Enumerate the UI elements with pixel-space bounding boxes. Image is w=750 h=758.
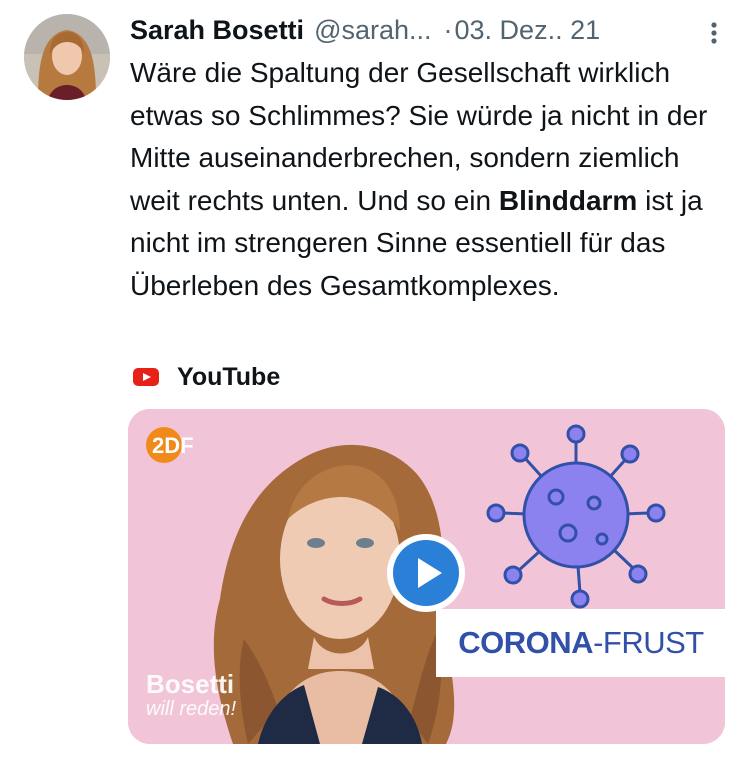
show-logo: Bosetti will reden! bbox=[146, 671, 236, 721]
youtube-icon bbox=[133, 368, 159, 386]
zdf-logo-text: 2DF bbox=[152, 433, 194, 458]
tweet-text-bold: Blinddarm bbox=[498, 184, 638, 216]
tweet-date[interactable]: 03. Dez.. 21 bbox=[455, 15, 601, 46]
separator-dot: · bbox=[443, 14, 453, 45]
author-avatar[interactable] bbox=[24, 14, 110, 100]
tweet-text: Wäre die Spaltung der Gesellschaft wirkl… bbox=[130, 52, 730, 307]
author-handle[interactable]: @sarah... bbox=[314, 15, 431, 46]
zdf-logo: 2DF bbox=[146, 427, 194, 463]
banner-bold: CORONA bbox=[458, 625, 594, 660]
more-options-icon[interactable] bbox=[704, 20, 724, 46]
show-title: Bosetti bbox=[146, 669, 235, 699]
video-card[interactable]: 2DF CORONA -FRUST Bosetti will reden! bbox=[128, 409, 725, 744]
link-source[interactable]: YouTube bbox=[133, 362, 280, 392]
tweet-header: Sarah Bosetti @sarah... · 03. Dez.. 21 bbox=[130, 12, 710, 48]
link-source-label: YouTube bbox=[177, 362, 281, 391]
show-subtitle: will reden! bbox=[146, 698, 237, 720]
author-name[interactable]: Sarah Bosetti bbox=[130, 15, 304, 46]
play-icon[interactable] bbox=[385, 532, 467, 614]
corona-banner: CORONA -FRUST bbox=[436, 609, 725, 677]
banner-rest: -FRUST bbox=[593, 625, 704, 660]
